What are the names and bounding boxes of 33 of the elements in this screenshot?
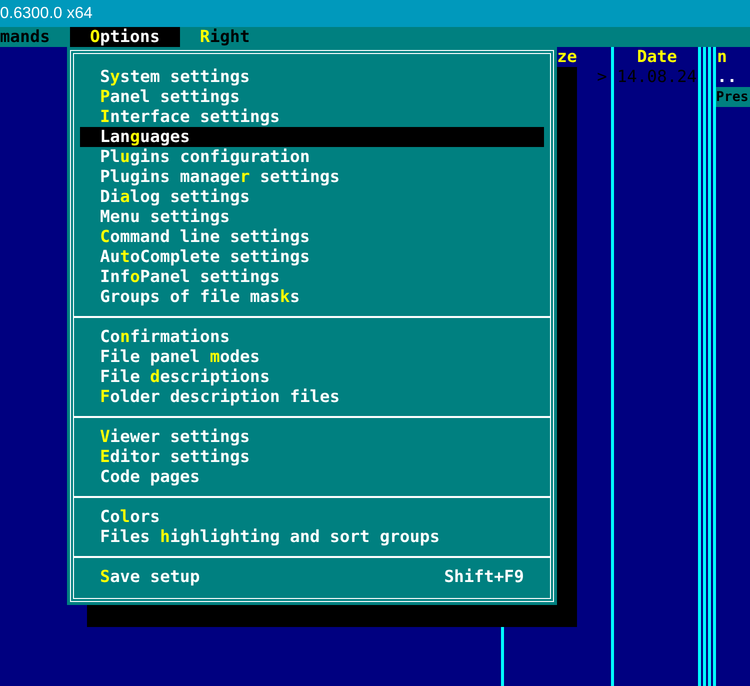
menu-item[interactable]: Confirmations [80, 327, 544, 347]
menu-item[interactable]: Dialog settings [80, 187, 544, 207]
menu-item[interactable]: Plugins configuration [80, 147, 544, 167]
menu-item[interactable]: InfoPanel settings [80, 267, 544, 287]
menu-item[interactable]: Editor settings [80, 447, 544, 467]
menu-item[interactable]: System settings [80, 67, 544, 87]
menu-item[interactable]: Command line settings [80, 227, 544, 247]
menu-item[interactable]: Files highlighting and sort groups [80, 527, 544, 547]
status-label: Pres [716, 87, 750, 107]
table-cell: > [597, 67, 607, 87]
menu-item[interactable]: File panel modes [80, 347, 544, 367]
table-cell: .. [717, 67, 737, 87]
menu-bar-item[interactable]: mands [0, 27, 70, 47]
menu-item[interactable]: Code pages [80, 467, 544, 487]
column-header: Date [637, 47, 677, 67]
menu-item[interactable]: Colors [80, 507, 544, 527]
menu-item[interactable]: Save setup Shift+F9 [80, 567, 544, 587]
menu-item[interactable]: Languages [80, 127, 544, 147]
menu-bar-item[interactable]: Right [180, 27, 270, 47]
menu-item[interactable]: Menu settings [80, 207, 544, 227]
menu-bar-item[interactable]: Options [70, 27, 180, 47]
window-title: 0.6300.0 x64 [0, 4, 93, 24]
table-cell: 14.08.24 [617, 67, 697, 87]
column-header: ze [557, 47, 577, 67]
menu-item[interactable]: Groups of file masks [80, 287, 544, 307]
menu-item[interactable]: Viewer settings [80, 427, 544, 447]
menu-item[interactable]: File descriptions [80, 367, 544, 387]
column-header: n [717, 47, 727, 67]
menu-item[interactable]: AutoComplete settings [80, 247, 544, 267]
menu-item[interactable]: Folder description files [80, 387, 544, 407]
menu-item[interactable]: Plugins manager settings [80, 167, 544, 187]
menu-item[interactable]: Panel settings [80, 87, 544, 107]
menu-item[interactable]: Interface settings [80, 107, 544, 127]
